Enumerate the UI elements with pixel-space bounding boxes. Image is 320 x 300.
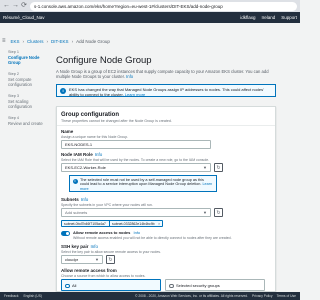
ssh-key-label-text: SSH key pair [61,244,89,249]
name-input[interactable]: EKS-NODES-1 [61,140,211,149]
info-circle-icon: i [60,88,66,94]
remote-access-hint: Without remote access enabled you will n… [73,236,232,240]
step-label: Configure Node Group [8,55,40,65]
ssh-key-info-link[interactable]: Info [91,244,99,249]
access-selected-sg-label: Selected security groups [176,283,220,288]
remove-icon[interactable]: × [158,221,160,227]
alert-text: EKS has changed the way that Managed Nod… [69,86,264,97]
role-alert-text: The selected role must not be used by a … [80,177,204,187]
copyright-text: © 2008 - 2020, Amazon Web Services, Inc.… [135,294,249,298]
ssh-key-value: cloudpr [65,257,79,262]
panel-subheading: These properties cannot be changed after… [61,119,172,123]
page-description-text: A Node Group is a group of EC2 instances… [56,69,269,80]
region-selector[interactable]: Ireland [261,15,275,20]
name-hint: Assign a unique name for this Node Group… [61,135,129,139]
remote-access-toggle[interactable] [61,231,70,236]
chevron-down-icon: ▼ [95,257,99,262]
subnet-token-label: subnet-0bd7b46f7105a4a7 [64,222,106,226]
step-number: Step 4 [8,116,19,120]
alert-learn-more-link[interactable]: Learn more [125,92,145,97]
wizard-step-3: Step 3 Set scaling configuration [8,94,52,109]
access-selected-sg-radio[interactable]: Selected security groups [165,279,265,291]
iam-role-label-text: Node IAM Role [61,152,93,157]
chevron-down-icon: ▼ [203,165,207,170]
hamburger-menu-icon[interactable]: ≡ [2,38,6,44]
subnets-info-link[interactable]: Info [81,197,89,202]
subnet-token[interactable]: subnet-0bd7b46f7105a4a7× [61,220,114,227]
reload-icon[interactable]: ⟳ [21,0,27,12]
wizard-steps: Step 1 Configure Node Group Step 2 Set c… [8,50,52,133]
refresh-keys-icon[interactable]: ↻ [106,255,115,264]
remote-access-label: Allow remote access to nodes Info [73,230,140,235]
services-menu[interactable]: Résumé_Cloud_Nav [3,15,45,20]
language-selector[interactable]: English (US) [23,292,42,300]
breadcrumb-cluster[interactable]: DIT-EKS [51,39,69,44]
subnets-placeholder: Add subnets [65,210,88,215]
radio-unselected-icon [169,283,174,288]
privacy-link[interactable]: Privacy Policy [252,292,273,300]
step-number: Step 3 [8,94,19,98]
step-number: Step 1 [8,50,19,54]
wizard-step-2: Step 2 Set compute configuration [8,72,52,87]
support-menu[interactable]: Support [281,15,297,20]
remote-access-info-link[interactable]: Info [133,230,140,235]
breadcrumb: ≡ EKS › Clusters › DIT-EKS › Add Node Gr… [2,38,110,44]
address-bar[interactable]: s-1.console.aws.amazon.com/eks/home?regi… [30,1,297,11]
refresh-subnets-icon[interactable]: ↻ [214,208,223,217]
iam-role-value: EKS-EC2-Worker-Role [65,165,106,170]
aws-console-header: Résumé_Cloud_Nav idkflaxg Ireland Suppor… [0,12,300,23]
group-configuration-panel: Group configuration These properties can… [56,106,276,292]
info-circle-icon: i [72,178,78,184]
iam-role-hint: Select the IAM Role that will be used by… [61,158,210,162]
ip-change-alert: i EKS has changed the way that Managed N… [56,84,276,97]
step-number: Step 2 [8,72,19,76]
breadcrumb-eks[interactable]: EKS [11,39,20,44]
subnet-token[interactable]: subnet-0332862e14b4bc9b × [109,220,163,227]
breadcrumb-separator-icon: › [71,38,74,44]
subnets-label-text: Subnets [61,197,79,202]
subnets-select[interactable]: Add subnets ▼ [61,208,211,217]
step-label: Set scaling configuration [8,99,32,109]
remote-access-label-text: Allow remote access to nodes [73,230,131,235]
terms-link[interactable]: Terms of Use [277,292,296,300]
breadcrumb-clusters[interactable]: Clusters [27,39,44,44]
breadcrumb-current: Add Node Group [76,38,110,44]
breadcrumb-separator-icon: › [46,38,49,44]
browser-toolbar: ← → ⟳ s-1.console.aws.amazon.com/eks/hom… [0,0,300,12]
back-arrow-icon[interactable]: ← [3,0,10,12]
breadcrumb-separator-icon: › [22,38,25,44]
forward-arrow-icon[interactable]: → [12,0,19,12]
subnets-hint: Specify the subnets in your VPC where yo… [61,203,153,207]
name-label: Name [61,129,74,134]
ssh-key-select[interactable]: cloudpr ▼ [61,255,103,264]
account-menu[interactable]: idkflaxg [240,15,255,20]
subnets-label: Subnets Info [61,197,88,202]
feedback-link[interactable]: Feedback [4,292,18,300]
subnet-token-label: subnet-0332862e14b4bc9b [112,222,155,226]
iam-role-select[interactable]: EKS-EC2-Worker-Role ▼ [61,163,211,172]
page-description: A Node Group is a group of EC2 instances… [56,69,271,79]
access-from-label: Allow remote access from [61,268,117,273]
access-all-label: All [72,283,77,288]
role-alert: i The selected role must not be used by … [69,175,217,192]
console-footer: Feedback English (US) © 2008 - 2020, Ama… [0,292,300,300]
access-all-radio[interactable]: All [61,279,161,291]
access-from-hint: Choose a source from which to allow acce… [61,274,146,278]
ssh-key-hint: Select the key pair to allow secure remo… [61,250,161,254]
wizard-step-1[interactable]: Step 1 Configure Node Group [8,50,52,65]
radio-selected-icon [65,283,70,288]
panel-heading: Group configuration [61,112,119,118]
page-info-link[interactable]: Info [126,74,133,79]
page-title: Configure Node Group [56,55,152,66]
refresh-roles-icon[interactable]: ↻ [214,163,223,172]
chevron-down-icon: ▼ [203,210,207,215]
iam-role-label: Node IAM Role Info [61,152,102,157]
step-label: Set compute configuration [8,77,32,87]
ssh-key-label: SSH key pair Info [61,244,98,249]
wizard-step-4: Step 4 Review and create [8,116,52,126]
divider [57,125,275,126]
step-label: Review and create [8,121,43,126]
iam-role-info-link[interactable]: Info [95,152,103,157]
